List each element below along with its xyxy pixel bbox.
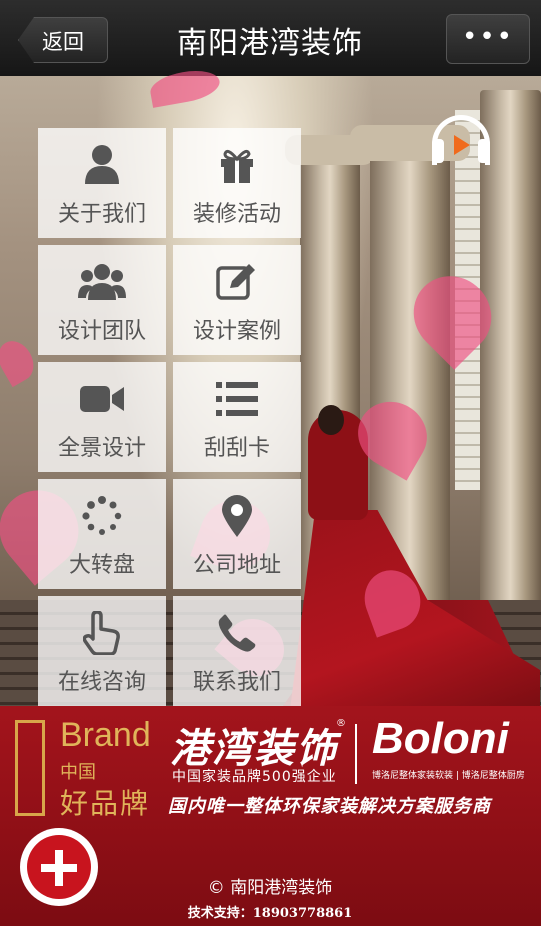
menu-tile-renovation-events[interactable]: 装修活动 (173, 128, 301, 238)
back-button-label: 返回 (42, 30, 84, 54)
video-camera-icon (38, 376, 166, 422)
banner-slogan: 国内唯一整体环保家装解决方案服务商 (168, 796, 491, 817)
copyright-text: © 南阳港湾装饰 (207, 878, 333, 898)
menu-tile-label: 在线咨询 (57, 670, 146, 695)
menu-tile-company-address[interactable]: 公司地址 (173, 479, 301, 589)
gift-icon (173, 142, 301, 188)
page-title: 南阳港湾装饰 (177, 26, 363, 61)
menu-tile-panorama-design[interactable]: 全景设计 (38, 362, 166, 472)
menu-tile-design-cases[interactable]: 设计案例 (173, 245, 301, 355)
menu-tile-lucky-wheel[interactable]: 大转盘 (38, 479, 166, 589)
plus-icon-vertical (55, 850, 63, 886)
team-icon (38, 259, 166, 305)
menu-tile-about-us[interactable]: 关于我们 (38, 128, 166, 238)
add-button[interactable] (20, 828, 98, 906)
background-column (480, 90, 541, 610)
menu-tile-label: 关于我们 (57, 202, 146, 227)
menu-tile-label: 设计案例 (192, 319, 281, 344)
menu-tile-label: 联系我们 (192, 670, 281, 695)
pointer-hand-icon (38, 610, 166, 656)
brand-english-text: Brand (60, 716, 151, 754)
banner-divider (355, 724, 357, 784)
company-tagline: 中国家装品牌500强企业 (172, 769, 337, 785)
headphones-left-cup (432, 139, 444, 163)
menu-tile-label: 刮刮卡 (203, 436, 270, 461)
menu-tile-label: 全景设计 (57, 436, 146, 461)
back-button[interactable]: 返回 (18, 17, 108, 63)
menu-tile-label: 公司地址 (192, 553, 281, 578)
menu-tile-online-consult[interactable]: 在线咨询 (38, 596, 166, 706)
spinner-icon (38, 493, 166, 539)
user-icon (38, 142, 166, 188)
edit-icon (173, 259, 301, 305)
brand-frame-decoration (15, 720, 45, 816)
boloni-subtitle: 博洛尼整体家装软装 | 博洛尼整体厨房 (372, 771, 525, 781)
menu-tile-label: 设计团队 (57, 319, 146, 344)
menu-tile-contact-us[interactable]: 联系我们 (173, 596, 301, 706)
map-pin-icon (173, 493, 301, 539)
phone-icon (173, 610, 301, 656)
list-icon (173, 376, 301, 422)
registered-mark: ® (336, 718, 346, 729)
menu-tile-design-team[interactable]: 设计团队 (38, 245, 166, 355)
tech-support-text: 技术支持：18903778861 (187, 906, 353, 921)
music-toggle-button[interactable] (432, 115, 490, 165)
boloni-logo: Boloni (372, 714, 509, 763)
menu-tile-label: 装修活动 (192, 202, 281, 227)
menu-tile-label: 大转盘 (68, 553, 135, 578)
woman-head (318, 405, 344, 435)
more-options-button[interactable]: ••• (446, 14, 530, 64)
brand-chinese-bottom: 好品牌 (60, 787, 151, 820)
top-nav-bar: 返回 南阳港湾装饰 ••• (0, 0, 541, 77)
menu-tile-scratch-card[interactable]: 刮刮卡 (173, 362, 301, 472)
headphones-right-cup (478, 139, 490, 163)
brand-chinese-top: 中国 (60, 762, 96, 783)
play-icon (454, 135, 470, 155)
